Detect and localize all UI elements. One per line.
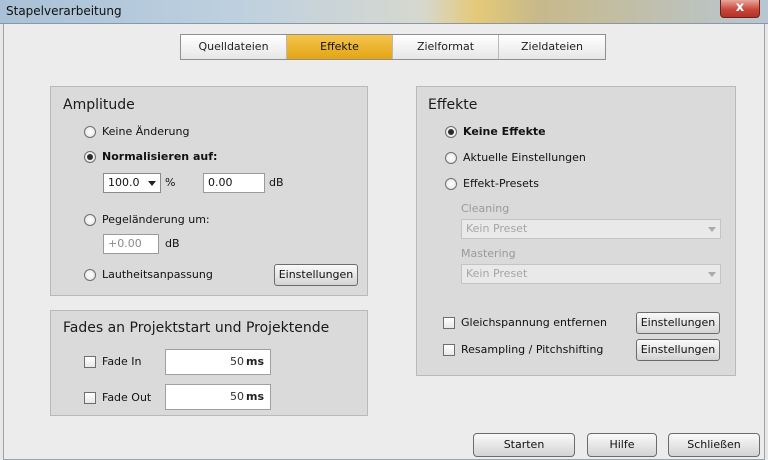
option-no-change-label: Keine Änderung: [102, 125, 190, 138]
fade-out-unit: ms: [245, 390, 264, 403]
dc-offset-checkbox[interactable]: [443, 316, 455, 329]
resampling-checkbox[interactable]: [443, 343, 455, 356]
fade-out-value: 50: [230, 390, 244, 403]
fade-in-unit: ms: [245, 355, 264, 368]
fade-out-label: Fade Out: [102, 391, 152, 404]
close-window-button[interactable]: x: [720, 0, 760, 18]
fade-in-value: 50: [230, 355, 244, 368]
mastering-label: Mastering: [461, 247, 516, 260]
radio-normalize[interactable]: [84, 150, 96, 163]
tab-effects[interactable]: Effekte: [287, 35, 393, 59]
start-button[interactable]: Starten: [473, 433, 575, 457]
normalize-value-dropdown[interactable]: 100.0: [103, 173, 161, 193]
fade-in-label: Fade In: [102, 355, 142, 368]
option-no-effects[interactable]: Keine Effekte: [445, 125, 546, 138]
close-button[interactable]: Schließen: [668, 433, 760, 457]
option-loudness[interactable]: Lautheitsanpassung: [84, 268, 213, 281]
mastering-preset-dropdown[interactable]: Kein Preset: [461, 264, 721, 284]
tab-bar: Quelldateien Effekte Zielformat Zieldate…: [180, 34, 606, 60]
option-no-effects-label: Keine Effekte: [463, 125, 546, 138]
cleaning-label: Cleaning: [461, 202, 510, 215]
radio-no-effects[interactable]: [445, 125, 457, 138]
window-title: Stapelverarbeitung: [6, 4, 122, 18]
fade-in-option[interactable]: Fade In: [84, 355, 142, 368]
effects-title: Effekte: [428, 97, 478, 113]
dc-offset-option[interactable]: Gleichspannung entfernen: [443, 316, 607, 329]
option-current-settings[interactable]: Aktuelle Einstellungen: [445, 151, 586, 164]
tab-target-files[interactable]: Zieldateien: [499, 35, 605, 59]
option-normalize[interactable]: Normalisieren auf:: [84, 150, 217, 163]
batch-processing-window: Stapelverarbeitung x Quelldateien Effekt…: [0, 0, 768, 460]
radio-current-settings[interactable]: [445, 151, 457, 164]
radio-loudness[interactable]: [84, 268, 96, 281]
help-button[interactable]: Hilfe: [587, 433, 657, 457]
radio-no-change[interactable]: [84, 125, 96, 138]
amplitude-title: Amplitude: [63, 97, 135, 113]
resampling-settings-button[interactable]: Einstellungen: [636, 339, 720, 361]
amplitude-group: Amplitude Keine Änderung Normalisieren a…: [50, 86, 368, 296]
radio-level-change[interactable]: [84, 213, 96, 226]
option-current-settings-label: Aktuelle Einstellungen: [463, 151, 586, 164]
percent-unit: %: [165, 176, 176, 189]
normalize-db-unit: dB: [269, 176, 284, 189]
effects-group: Effekte Keine Effekte Aktuelle Einstellu…: [416, 86, 736, 376]
option-effect-presets[interactable]: Effekt-Presets: [445, 177, 539, 190]
level-change-db-unit: dB: [165, 237, 180, 250]
resampling-option[interactable]: Resampling / Pitchshifting: [443, 343, 603, 356]
cleaning-preset-dropdown[interactable]: Kein Preset: [461, 219, 721, 239]
fade-in-field[interactable]: 50 ms: [165, 349, 271, 375]
dc-offset-label: Gleichspannung entfernen: [461, 316, 607, 329]
fade-out-option[interactable]: Fade Out: [84, 391, 151, 404]
chevron-down-icon: [148, 181, 156, 186]
chevron-down-icon: [708, 227, 716, 232]
option-level-change-label: Pegeländerung um:: [102, 213, 210, 226]
fade-out-field[interactable]: 50 ms: [165, 384, 271, 410]
cleaning-preset-value: Kein Preset: [466, 222, 528, 235]
option-no-change[interactable]: Keine Änderung: [84, 125, 189, 138]
normalize-db-input[interactable]: 0.00: [203, 173, 265, 193]
tab-source-files[interactable]: Quelldateien: [181, 35, 287, 59]
mastering-preset-value: Kein Preset: [466, 267, 528, 280]
title-bar: Stapelverarbeitung x: [0, 0, 768, 24]
fade-in-checkbox[interactable]: [84, 355, 96, 368]
fades-title: Fades an Projektstart und Projektende: [63, 320, 330, 336]
option-loudness-label: Lautheitsanpassung: [102, 268, 213, 281]
level-change-input[interactable]: +0.00: [103, 234, 159, 254]
fade-out-checkbox[interactable]: [84, 391, 96, 404]
resampling-label: Resampling / Pitchshifting: [461, 343, 604, 356]
loudness-settings-button[interactable]: Einstellungen: [274, 264, 358, 286]
chevron-down-icon: [708, 272, 716, 277]
dc-offset-settings-button[interactable]: Einstellungen: [636, 312, 720, 334]
option-normalize-label: Normalisieren auf:: [102, 150, 218, 163]
option-level-change[interactable]: Pegeländerung um:: [84, 213, 210, 226]
tab-target-format[interactable]: Zielformat: [393, 35, 499, 59]
fades-group: Fades an Projektstart und Projektende Fa…: [50, 310, 368, 416]
normalize-value: 100.0: [108, 176, 140, 189]
option-effect-presets-label: Effekt-Presets: [463, 177, 539, 190]
radio-effect-presets[interactable]: [445, 177, 457, 190]
